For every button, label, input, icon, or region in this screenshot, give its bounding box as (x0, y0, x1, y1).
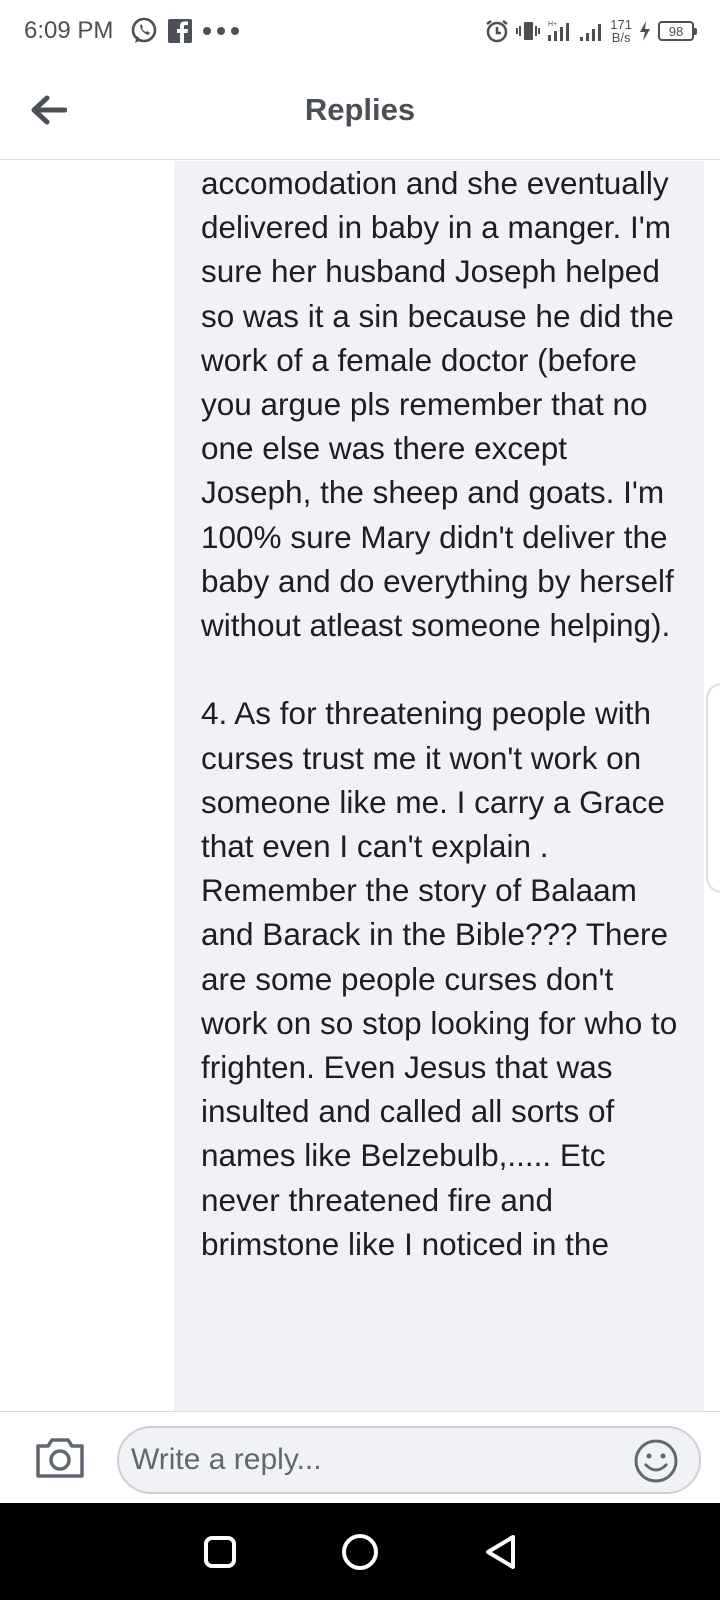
camera-button[interactable] (34, 1434, 86, 1480)
alarm-icon (486, 20, 509, 43)
camera-icon (36, 1438, 84, 1478)
recents-button[interactable] (195, 1527, 245, 1577)
reply-text: accomodation and she eventually delivere… (201, 161, 684, 1266)
system-nav-bar (0, 1503, 720, 1600)
svg-text:H+: H+ (548, 21, 557, 28)
reply-input[interactable] (117, 1426, 701, 1494)
battery-level: 98 (668, 23, 684, 39)
reply-composer (0, 1411, 720, 1503)
status-right-icons: H+ 171 B/s 98 (484, 14, 697, 48)
status-time: 6:09 PM (24, 17, 114, 44)
recents-square-icon (204, 1535, 236, 1568)
charging-icon (640, 21, 650, 41)
home-button[interactable] (335, 1527, 385, 1577)
whatsapp-icon (132, 17, 157, 43)
network-speed-unit: B/s (611, 30, 631, 45)
page-title: Replies (304, 92, 416, 127)
battery-indicator: 98 (658, 21, 697, 41)
signal-icon: H+ (548, 21, 570, 41)
status-left-icons (129, 16, 241, 46)
status-bar: 6:09 PM H+ 171 B/s 98 (0, 0, 720, 62)
vibrate-icon (516, 22, 541, 40)
replies-content[interactable]: accomodation and she eventually delivere… (0, 161, 720, 1411)
home-circle-icon (342, 1533, 378, 1570)
back-triangle-icon (486, 1534, 515, 1569)
reply-paragraph: 4. As for threatening people with curses… (201, 695, 687, 1262)
reply-bubble: accomodation and she eventually delivere… (174, 161, 704, 1411)
scroll-handle[interactable] (706, 683, 720, 893)
signal-icon (580, 24, 602, 41)
back-nav-button[interactable] (475, 1527, 525, 1577)
reply-paragraph: accomodation and she eventually delivere… (201, 165, 683, 644)
more-dots-icon (203, 27, 240, 35)
emoji-icon (634, 1439, 678, 1483)
header: Replies (0, 62, 720, 160)
emoji-button[interactable] (633, 1438, 679, 1484)
facebook-icon (168, 19, 193, 43)
network-speed: 171 B/s (610, 18, 632, 44)
